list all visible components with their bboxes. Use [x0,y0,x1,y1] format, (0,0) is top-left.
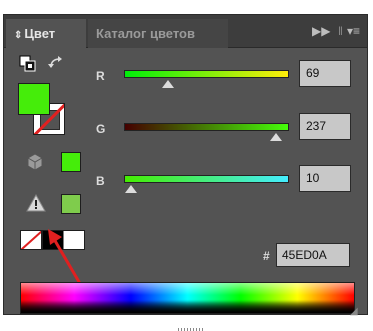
none-swatch[interactable] [20,230,42,250]
gamut-color-swatch[interactable] [61,152,81,172]
tab-color-label: Цвет [24,26,56,41]
tab-collapse-arrows-icon: ⇕ [14,30,23,41]
out-of-gamut-cube-icon[interactable] [26,153,44,171]
channel-r-slider-thumb[interactable] [162,80,174,88]
panel-menu-icon[interactable]: ▾≡ [347,23,360,39]
warning-icon[interactable] [26,194,46,212]
channel-r-value-input[interactable]: 69 [299,60,351,87]
channel-g-slider-track[interactable] [124,123,289,131]
resize-grip-icon[interactable]: ◢ [350,306,358,317]
channel-b-slider-thumb[interactable] [124,185,137,193]
color-spectrum-ramp[interactable] [20,282,355,314]
color-panel: ⇕ Цвет Каталог цветов ▶▶ ‖ ▾≡ R 69 G 237… [3,14,368,331]
channel-b-value-input[interactable]: 10 [299,165,351,192]
divider-icon: ‖ [338,24,343,38]
collapse-icon[interactable]: ▶▶ [312,23,330,39]
channel-b-slider-track[interactable] [124,175,289,183]
panel-tab-bar: ⇕ Цвет Каталог цветов ▶▶ ‖ ▾≡ [4,15,367,48]
swap-fill-stroke-icon[interactable] [48,55,66,73]
web-safe-color-swatch[interactable] [61,194,81,214]
channel-g-label: G [96,122,106,136]
hex-sign-label: # [263,249,270,263]
channel-r-label: R [96,69,105,83]
tab-color-guide-label: Каталог цветов [96,26,195,41]
channel-b-label: B [96,174,105,188]
hex-value-input[interactable]: 45ED0A [276,243,350,267]
channel-r-slider-track[interactable] [124,70,289,78]
default-fill-stroke-icon[interactable] [19,55,37,73]
tab-color-guide[interactable]: Каталог цветов [88,19,228,48]
channel-g-value-input[interactable]: 237 [299,113,351,140]
fill-swatch[interactable] [18,83,50,115]
tab-color[interactable]: ⇕ Цвет [6,19,86,48]
channel-g-slider-thumb[interactable] [269,133,282,141]
